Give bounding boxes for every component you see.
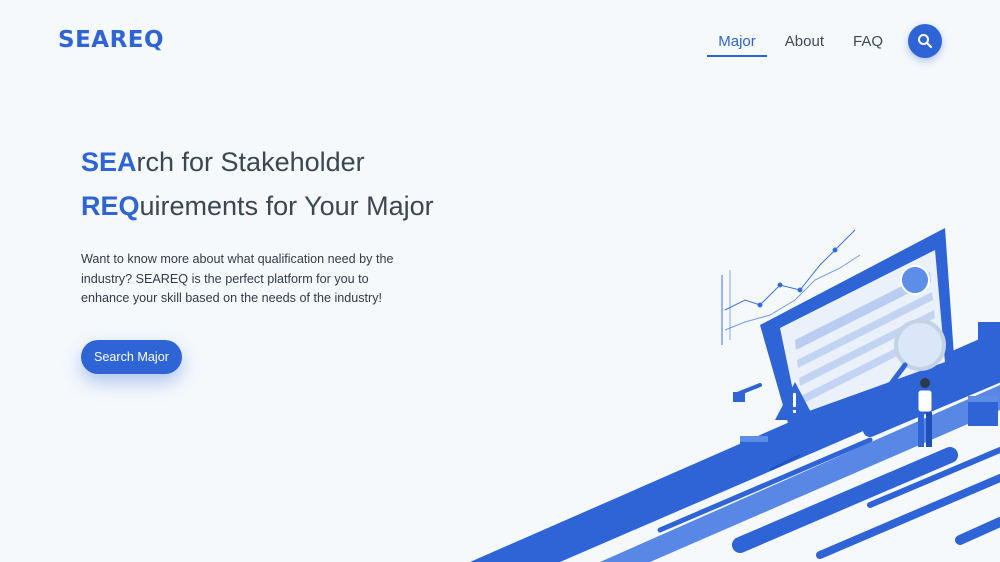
nav-link-faq[interactable]: FAQ: [842, 25, 894, 58]
nav-link-about[interactable]: About: [774, 25, 835, 58]
main-nav: Major About FAQ: [700, 24, 942, 58]
site-logo[interactable]: SEAREQ: [58, 27, 164, 53]
search-button[interactable]: [908, 24, 942, 58]
headline-line-1: SEArch for Stakeholder: [81, 147, 365, 177]
landing-page: SEAREQ Major About FAQ SEArch for Stakeh…: [0, 0, 1000, 562]
data-analysis-illustration: [470, 228, 1000, 562]
pie-badge: [900, 265, 930, 295]
headline-highlight-sea: SEA: [81, 147, 137, 177]
hero-headline: SEArch for Stakeholder REQuirements for …: [81, 140, 481, 228]
hero-section: SEArch for Stakeholder REQuirements for …: [81, 140, 481, 375]
headline-highlight-req: REQ: [81, 191, 140, 221]
search-major-button[interactable]: Search Major: [81, 340, 182, 375]
headline-line-2: REQuirements for Your Major: [81, 191, 434, 221]
hero-description: Want to know more about what qualificati…: [81, 252, 394, 305]
headline-text-1: rch for Stakeholder: [136, 147, 365, 177]
magnifier-icon: [918, 34, 933, 49]
headline-text-2: uirements for Your Major: [139, 191, 434, 221]
nav-link-major[interactable]: Major: [707, 25, 767, 57]
